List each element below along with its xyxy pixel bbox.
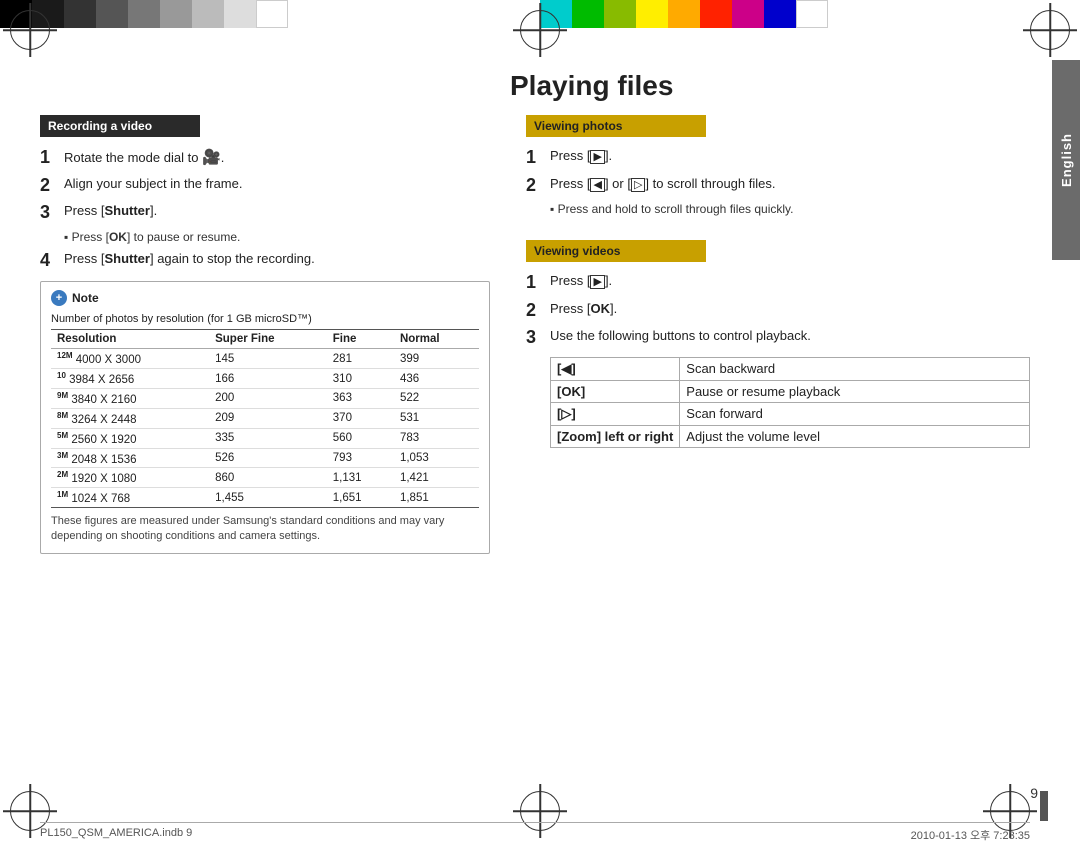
vp-step-2: 2 Press [◀] or [▷] to scroll through fil… — [526, 175, 1030, 197]
table-title: Number of photos by resolution (for 1 GB… — [51, 311, 479, 325]
viewing-photos-section: Viewing photos 1 Press [▶]. 2 Press [◀] … — [526, 115, 1030, 216]
recording-header: Recording a video — [40, 115, 200, 137]
footer-right: 2010-01-13 오후 7:23:35 — [911, 827, 1030, 843]
table-row: 10 3984 X 2656 166310436 — [51, 369, 479, 389]
table-footnote: These figures are measured under Samsung… — [51, 514, 479, 545]
table-row: 12M 4000 X 3000 145281399 — [51, 349, 479, 369]
right-column: Viewing photos 1 Press [▶]. 2 Press [◀] … — [526, 115, 1030, 801]
table-row: 5M 2560 X 1920 335560783 — [51, 428, 479, 448]
page-title: Playing files — [510, 70, 673, 102]
vp-step-2-sub: Press and hold to scroll through files q… — [550, 202, 1030, 216]
table-row: 2M 1920 X 1080 8601,1311,421 — [51, 468, 479, 488]
table-row: 9M 3840 X 2160 200363522 — [51, 389, 479, 409]
table-row: 8M 3264 X 2448 209370531 — [51, 408, 479, 428]
col-resolution: Resolution — [51, 330, 209, 349]
vv-step-3: 3 Use the following buttons to control p… — [526, 327, 1030, 349]
control-row: [▷] Scan forward — [551, 402, 1030, 425]
control-row: [◀] Scan backward — [551, 357, 1030, 380]
note-box: + Note Number of photos by resolution (f… — [40, 281, 490, 553]
controls-table: [◀] Scan backward [OK] Pause or resume p… — [550, 357, 1030, 448]
col-normal: Normal — [394, 330, 479, 349]
table-row: 3M 2048 X 1536 5267931,053 — [51, 448, 479, 468]
reg-mark-top-right — [1030, 10, 1070, 50]
vp-step-1: 1 Press [▶]. — [526, 147, 1030, 169]
control-row: [OK] Pause or resume playback — [551, 380, 1030, 402]
note-icon: + — [51, 290, 67, 306]
left-color-swatches — [0, 0, 540, 28]
vv-step-2: 2 Press [OK]. — [526, 300, 1030, 322]
step-1: 1 Rotate the mode dial to 🎥. — [40, 147, 490, 169]
left-column: Recording a video 1 Rotate the mode dial… — [40, 115, 490, 801]
note-label: Note — [72, 291, 99, 305]
viewing-videos-header: Viewing videos — [526, 240, 706, 262]
col-fine: Fine — [327, 330, 394, 349]
page-indicator-bar — [1040, 791, 1048, 821]
step-4: 4 Press [Shutter] again to stop the reco… — [40, 250, 490, 272]
sidebar-english: English — [1052, 60, 1080, 260]
reg-mark-top-center — [520, 10, 560, 50]
vv-step-1: 1 Press [▶]. — [526, 272, 1030, 294]
footer-left: PL150_QSM_AMERICA.indb 9 — [40, 827, 192, 843]
step-3-sub: Press [OK] to pause or resume. — [64, 230, 490, 244]
table-row: 1M 1024 X 768 1,4551,6511,851 — [51, 488, 479, 508]
step-2: 2 Align your subject in the frame. — [40, 175, 490, 197]
control-row: [Zoom] left or right Adjust the volume l… — [551, 425, 1030, 447]
page-number: 9 — [1030, 785, 1038, 801]
col-superfine: Super Fine — [209, 330, 327, 349]
resolution-table: Resolution Super Fine Fine Normal 12M 40… — [51, 329, 479, 508]
right-color-swatches — [540, 0, 1080, 28]
reg-mark-top-left — [10, 10, 50, 50]
footer: PL150_QSM_AMERICA.indb 9 2010-01-13 오후 7… — [40, 822, 1030, 843]
step-3: 3 Press [Shutter]. — [40, 202, 490, 224]
viewing-videos-section: Viewing videos 1 Press [▶]. 2 Press [OK]… — [526, 240, 1030, 448]
viewing-photos-header: Viewing photos — [526, 115, 706, 137]
